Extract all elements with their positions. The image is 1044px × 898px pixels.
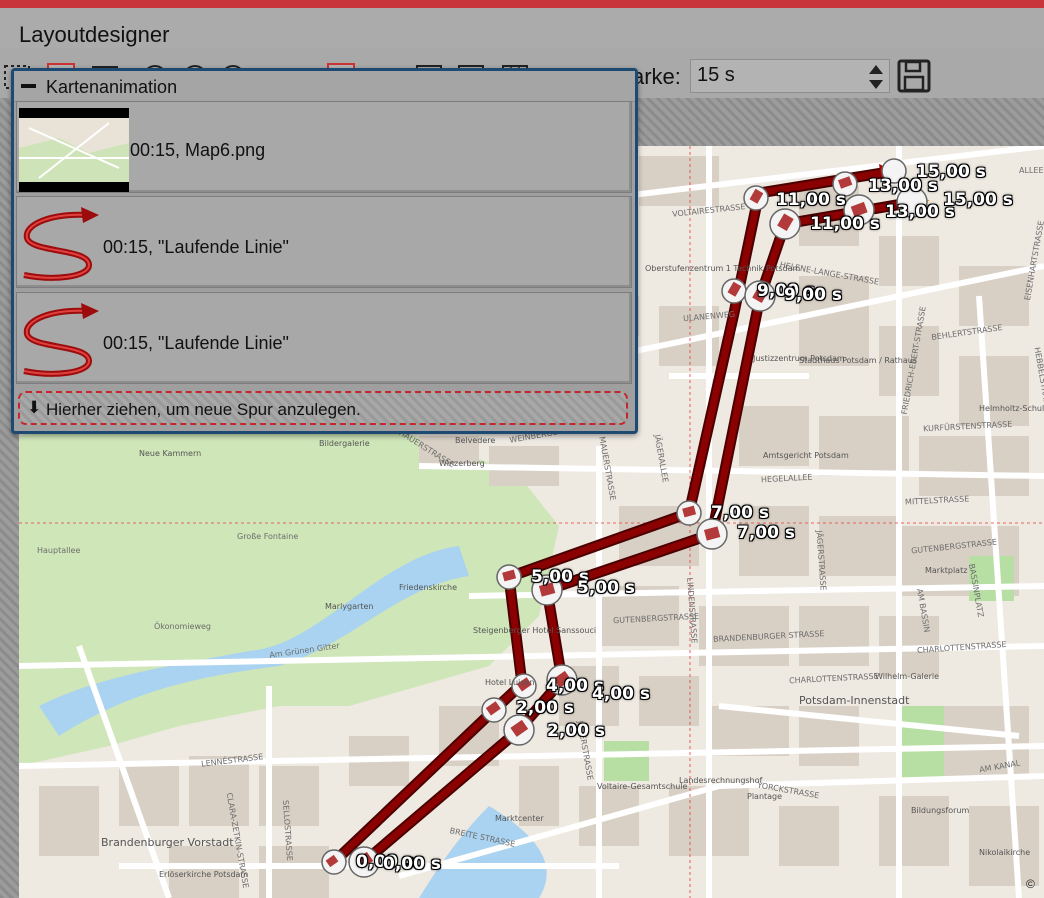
track-item[interactable]: 00:15, Map6.png <box>16 101 632 193</box>
place-label: Erlöserkirche Potsdam <box>159 870 249 879</box>
place-label: Plantage <box>747 792 783 801</box>
district-label: Brandenburger Vorstadt <box>101 836 234 849</box>
panel-header: Kartenanimation <box>14 71 635 102</box>
new-track-dropzone[interactable]: ⬇ Hierher ziehen, um neue Spur anzulegen… <box>18 391 628 425</box>
place-label: Helmholtz-Schule <box>979 404 1044 413</box>
duration-input[interactable]: 15 s <box>690 59 890 93</box>
keyframe-label: 13,00 s <box>868 176 938 196</box>
window-accent-bar <box>0 0 1044 8</box>
place-label: Landesrechnungshof <box>679 776 763 785</box>
place-label: Bildergalerie <box>319 439 370 448</box>
keyframe-label: 7,00 s <box>737 523 795 543</box>
track-item[interactable]: 00:15, "Laufende Linie" <box>16 196 632 288</box>
keyframe-label: 7,00 s <box>711 503 769 523</box>
map-copyright: © <box>1026 877 1035 891</box>
keyframe-label: 0,00 s <box>383 854 441 874</box>
track-item[interactable]: 00:15, "Laufende Linie" <box>16 292 632 384</box>
place-label: Neue Kammern <box>139 449 202 458</box>
place-label: Steigenberger Hotel Sanssouci <box>473 626 597 635</box>
map-thumbnail <box>19 108 129 192</box>
street-label: Große Fontaine <box>237 532 299 541</box>
keyframe-label: 11,00 s <box>810 214 880 234</box>
dropzone-text: Hierher ziehen, um neue Spur anzulegen. <box>46 400 361 419</box>
place-label: Marlygarten <box>325 602 374 611</box>
window-title: Layoutdesigner <box>19 22 170 47</box>
keyframe-label: 2,00 s <box>516 698 574 718</box>
place-label: Marktplatz <box>925 566 968 575</box>
panel-title: Kartenanimation <box>46 77 178 97</box>
arrow-down-icon: ⬇ <box>27 398 42 417</box>
keyframe-label: 11,00 s <box>776 190 846 210</box>
street-label: Ökonomieweg <box>154 622 211 631</box>
duration-label: arke: <box>632 64 681 89</box>
track-label: 00:15, "Laufende Linie" <box>103 333 289 353</box>
keyframe-label: 5,00 s <box>577 578 635 598</box>
place-label: Oberstufenzentrum 1 Technik Potsdam <box>645 264 801 273</box>
keyframe-label: 9,00 s <box>784 285 842 305</box>
keyframe-label: 2,00 s <box>547 721 605 741</box>
place-label: Voltaire-Gesamtschule <box>597 782 688 791</box>
save-icon[interactable] <box>896 59 932 93</box>
keyframe-label: 4,00 s <box>592 684 650 704</box>
keyframe-label: 13,00 s <box>885 202 955 222</box>
district-label: Potsdam-Innenstadt <box>799 694 910 707</box>
place-label: Justizzentrum Potsdam <box>753 354 845 363</box>
place-label: Amtsgericht Potsdam <box>763 451 849 460</box>
collapse-icon[interactable] <box>18 75 40 97</box>
place-label: Bildungsforum <box>911 806 970 815</box>
stepper-icon[interactable] <box>866 62 886 92</box>
street-label: Hauptallee <box>37 546 81 555</box>
track-label: 00:15, Map6.png <box>130 140 266 160</box>
place-label: Nikolaikirche <box>979 848 1031 857</box>
place-label: Hotel Luisen <box>485 678 535 687</box>
place-label: Belvedere <box>455 436 496 445</box>
place-label: Friedenskirche <box>399 583 458 592</box>
place-label: Marktcenter <box>495 814 544 823</box>
street-label: ALLEESTRASSE <box>1019 166 1044 175</box>
place-label: Wilhelm-Galerie <box>875 672 940 681</box>
track-label: 00:15, "Laufende Linie" <box>103 237 289 257</box>
titlebar: Layoutdesigner <box>0 8 1044 48</box>
animation-tracks-panel: Kartenanimation 00:15, Map6.png 00:15, "… <box>11 68 638 434</box>
place-label: Winzerberg <box>439 459 485 468</box>
